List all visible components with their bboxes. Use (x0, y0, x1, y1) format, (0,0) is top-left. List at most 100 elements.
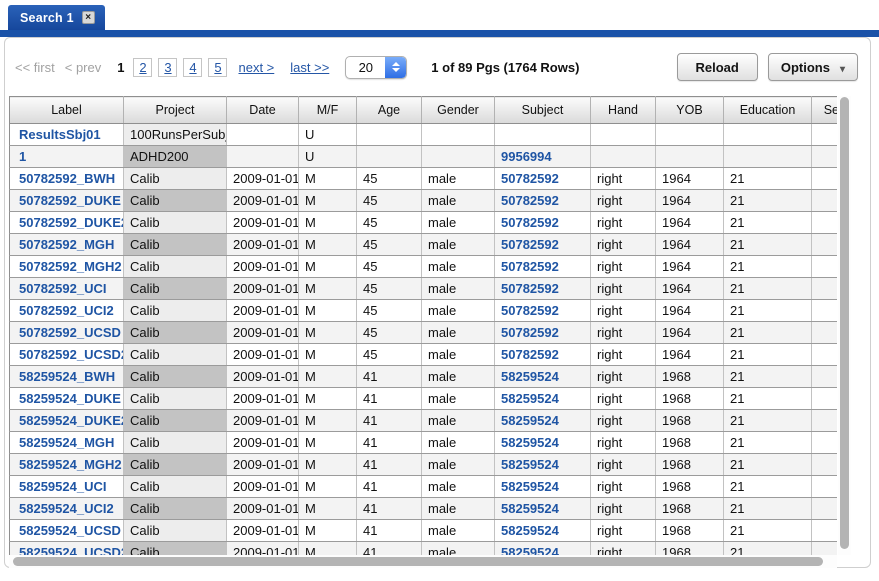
label-link[interactable]: 58259524_BWH (19, 369, 115, 384)
label-link[interactable]: 50782592_UCI (19, 281, 106, 296)
table-cell: male (422, 454, 495, 476)
page-button[interactable]: 5 (208, 58, 227, 77)
last-page-link[interactable]: last >> (290, 60, 329, 75)
label-link[interactable]: 50782592_MGH (19, 237, 114, 252)
subject-link[interactable]: 9956994 (501, 149, 552, 164)
table-cell: male (422, 256, 495, 278)
table-cell: 21 (724, 168, 812, 190)
pagination-toolbar: << first < prev 1 2345 next > last >> 20… (5, 38, 870, 96)
table-cell (812, 168, 838, 190)
vertical-scrollbar[interactable] (838, 96, 851, 555)
reload-button[interactable]: Reload (677, 53, 758, 81)
tab-label: Search 1 (20, 11, 74, 25)
subject-link[interactable]: 58259524 (501, 457, 559, 472)
table-cell: 58259524_MGH (10, 432, 124, 454)
subject-link[interactable]: 58259524 (501, 523, 559, 538)
prev-page-link: < prev (65, 60, 102, 75)
table-cell: male (422, 388, 495, 410)
horizontal-scrollbar[interactable] (9, 555, 837, 568)
label-link[interactable]: 58259524_UCI2 (19, 501, 114, 516)
table-cell: 45 (357, 322, 422, 344)
column-header-label[interactable]: Label (10, 97, 124, 124)
page-size-select[interactable]: 20 (345, 56, 407, 79)
column-header-subject[interactable]: Subject (495, 97, 591, 124)
subject-link[interactable]: 58259524 (501, 479, 559, 494)
subject-link[interactable]: 58259524 (501, 545, 559, 555)
subject-link[interactable]: 50782592 (501, 303, 559, 318)
label-link[interactable]: 50782592_UCI2 (19, 303, 114, 318)
label-link[interactable]: 58259524_MGH (19, 435, 114, 450)
table-cell: 1968 (656, 542, 724, 556)
table-row: 50782592_MGH2Calib2009-01-01M45male50782… (10, 256, 838, 278)
column-header-age[interactable]: Age (357, 97, 422, 124)
subject-link[interactable]: 50782592 (501, 325, 559, 340)
subject-link[interactable]: 58259524 (501, 413, 559, 428)
table-cell: 1968 (656, 454, 724, 476)
label-link[interactable]: 50782592_UCSD (19, 325, 121, 340)
column-header-gender[interactable]: Gender (422, 97, 495, 124)
label-link[interactable]: 58259524_DUKE2 (19, 413, 124, 428)
label-link[interactable]: 58259524_UCSD (19, 523, 121, 538)
table-cell: M (299, 476, 357, 498)
label-link[interactable]: 58259524_UCI (19, 479, 106, 494)
column-header-ses[interactable]: Ses (812, 97, 838, 124)
table-cell: 45 (357, 278, 422, 300)
subject-link[interactable]: 58259524 (501, 391, 559, 406)
column-header-date[interactable]: Date (227, 97, 299, 124)
column-header-education[interactable]: Education (724, 97, 812, 124)
table-cell: 58259524_BWH (10, 366, 124, 388)
subject-link[interactable]: 58259524 (501, 501, 559, 516)
label-link[interactable]: 50782592_UCSD2 (19, 347, 124, 362)
subject-link[interactable]: 50782592 (501, 193, 559, 208)
table-cell: 50782592 (495, 278, 591, 300)
table-cell: right (591, 234, 656, 256)
label-link[interactable]: 50782592_DUKE2 (19, 215, 124, 230)
table-cell: 58259524_UCSD2 (10, 542, 124, 556)
column-header-m-f[interactable]: M/F (299, 97, 357, 124)
vertical-scrollbar-thumb[interactable] (840, 97, 849, 549)
subject-link[interactable]: 50782592 (501, 281, 559, 296)
page-button[interactable]: 2 (133, 58, 152, 77)
table-cell: 21 (724, 366, 812, 388)
subject-link[interactable]: 50782592 (501, 171, 559, 186)
next-page-link[interactable]: next > (238, 60, 274, 75)
table-cell: Calib (124, 322, 227, 344)
subject-link[interactable]: 50782592 (501, 259, 559, 274)
subject-link[interactable]: 50782592 (501, 215, 559, 230)
table-cell: M (299, 520, 357, 542)
column-header-hand[interactable]: Hand (591, 97, 656, 124)
table-row: 58259524_MGHCalib2009-01-01M41male582595… (10, 432, 838, 454)
subject-link[interactable]: 50782592 (501, 347, 559, 362)
label-link[interactable]: 50782592_MGH2 (19, 259, 122, 274)
close-icon[interactable]: × (82, 11, 95, 24)
page-button[interactable]: 3 (158, 58, 177, 77)
label-link[interactable]: 1 (19, 149, 26, 164)
table-cell: 21 (724, 388, 812, 410)
table-cell: 50782592_DUKE2 (10, 212, 124, 234)
table-cell: M (299, 300, 357, 322)
subject-link[interactable]: 58259524 (501, 369, 559, 384)
table-cell: 41 (357, 520, 422, 542)
column-header-project[interactable]: Project (124, 97, 227, 124)
label-link[interactable]: 58259524_UCSD2 (19, 545, 124, 555)
table-cell: right (591, 278, 656, 300)
table-cell: 45 (357, 190, 422, 212)
column-header-yob[interactable]: YOB (656, 97, 724, 124)
tab-search-1[interactable]: Search 1 × (8, 5, 105, 30)
options-button[interactable]: Options▾ (768, 53, 858, 81)
table-cell: M (299, 234, 357, 256)
label-link[interactable]: 50782592_BWH (19, 171, 115, 186)
label-link[interactable]: 58259524_DUKE (19, 391, 121, 406)
subject-link[interactable]: 50782592 (501, 237, 559, 252)
table-cell: male (422, 168, 495, 190)
table-cell: 2009-01-01 (227, 476, 299, 498)
label-link[interactable]: 58259524_MGH2 (19, 457, 122, 472)
horizontal-scrollbar-thumb[interactable] (13, 557, 823, 566)
table-cell (812, 388, 838, 410)
table-row: 58259524_BWHCalib2009-01-01M41male582595… (10, 366, 838, 388)
page-button[interactable]: 4 (183, 58, 202, 77)
table-cell: 2009-01-01 (227, 498, 299, 520)
label-link[interactable]: 50782592_DUKE (19, 193, 121, 208)
label-link[interactable]: ResultsSbj01 (19, 127, 101, 142)
subject-link[interactable]: 58259524 (501, 435, 559, 450)
